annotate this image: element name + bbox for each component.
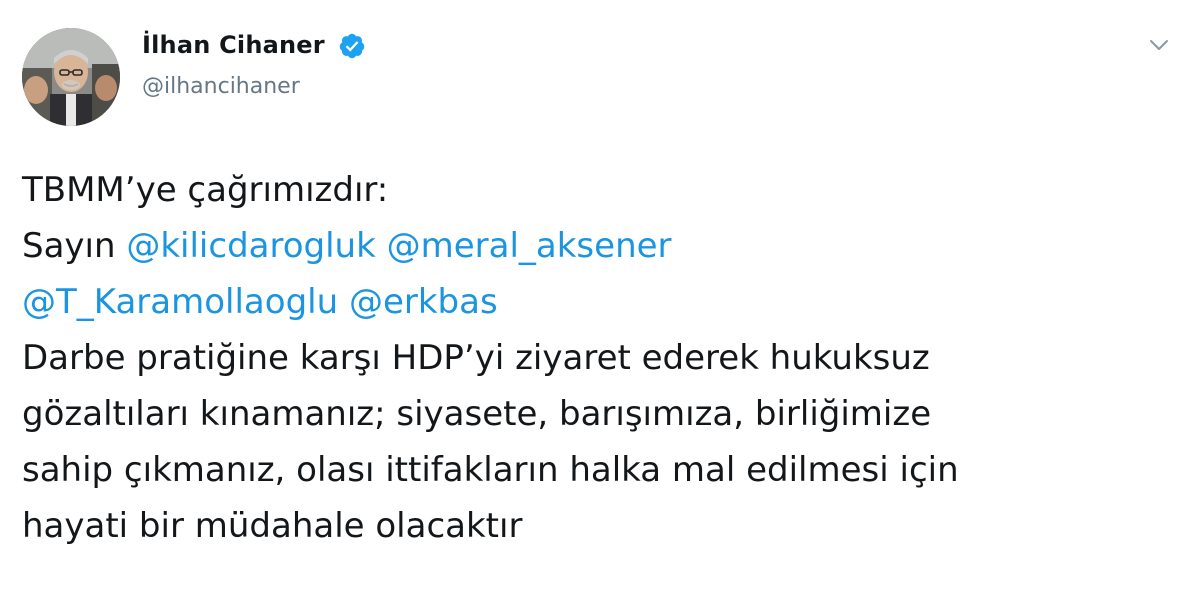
chevron-down-icon[interactable] <box>1146 32 1172 58</box>
tweet-line: hayati bir müdahale olacaktır <box>22 498 1182 554</box>
mention-link[interactable]: @kilicdarogluk <box>126 226 375 266</box>
author-handle[interactable]: @ilhancihaner <box>142 74 300 99</box>
tweet-text-segment: Sayın <box>22 226 127 266</box>
tweet-line: @T_Karamollaoglu @erkbas <box>22 274 1182 330</box>
tweet-text-segment: TBMM’ye çağrımızdır: <box>22 170 389 210</box>
tweet-line: Sayın @kilicdarogluk @meral_aksener <box>22 218 1182 274</box>
tweet-line: sahip çıkmanız, olası ittifakların halka… <box>22 442 1182 498</box>
tweet-text-segment: hayati bir müdahale olacaktır <box>22 506 523 546</box>
author-display-name[interactable]: İlhan Cihaner <box>142 31 325 59</box>
tweet-text-segment: gözaltıları kınamanız; siyasete, barışım… <box>22 394 932 434</box>
tweet-line: TBMM’ye çağrımızdır: <box>22 162 1182 218</box>
tweet-text: TBMM’ye çağrımızdır: Sayın @kilicdaroglu… <box>22 162 1182 554</box>
tweet-text-segment: sahip çıkmanız, olası ittifakların halka… <box>22 450 959 490</box>
tweet-line: gözaltıları kınamanız; siyasete, barışım… <box>22 386 1182 442</box>
mention-link[interactable]: @erkbas <box>349 282 498 322</box>
mention-link[interactable]: @meral_aksener <box>387 226 672 266</box>
tweet-text-segment: Darbe pratiğine karşı HDP’yi ziyaret ede… <box>22 338 930 378</box>
profile-photo <box>22 28 120 126</box>
tweet-card: İlhan Cihaner @ilhancihaner TBMM’ye çağr… <box>0 0 1200 606</box>
avatar[interactable] <box>22 28 120 126</box>
tweet-line: Darbe pratiğine karşı HDP’yi ziyaret ede… <box>22 330 1182 386</box>
verified-badge-icon <box>339 33 365 59</box>
mention-link[interactable]: @T_Karamollaoglu <box>22 282 338 322</box>
